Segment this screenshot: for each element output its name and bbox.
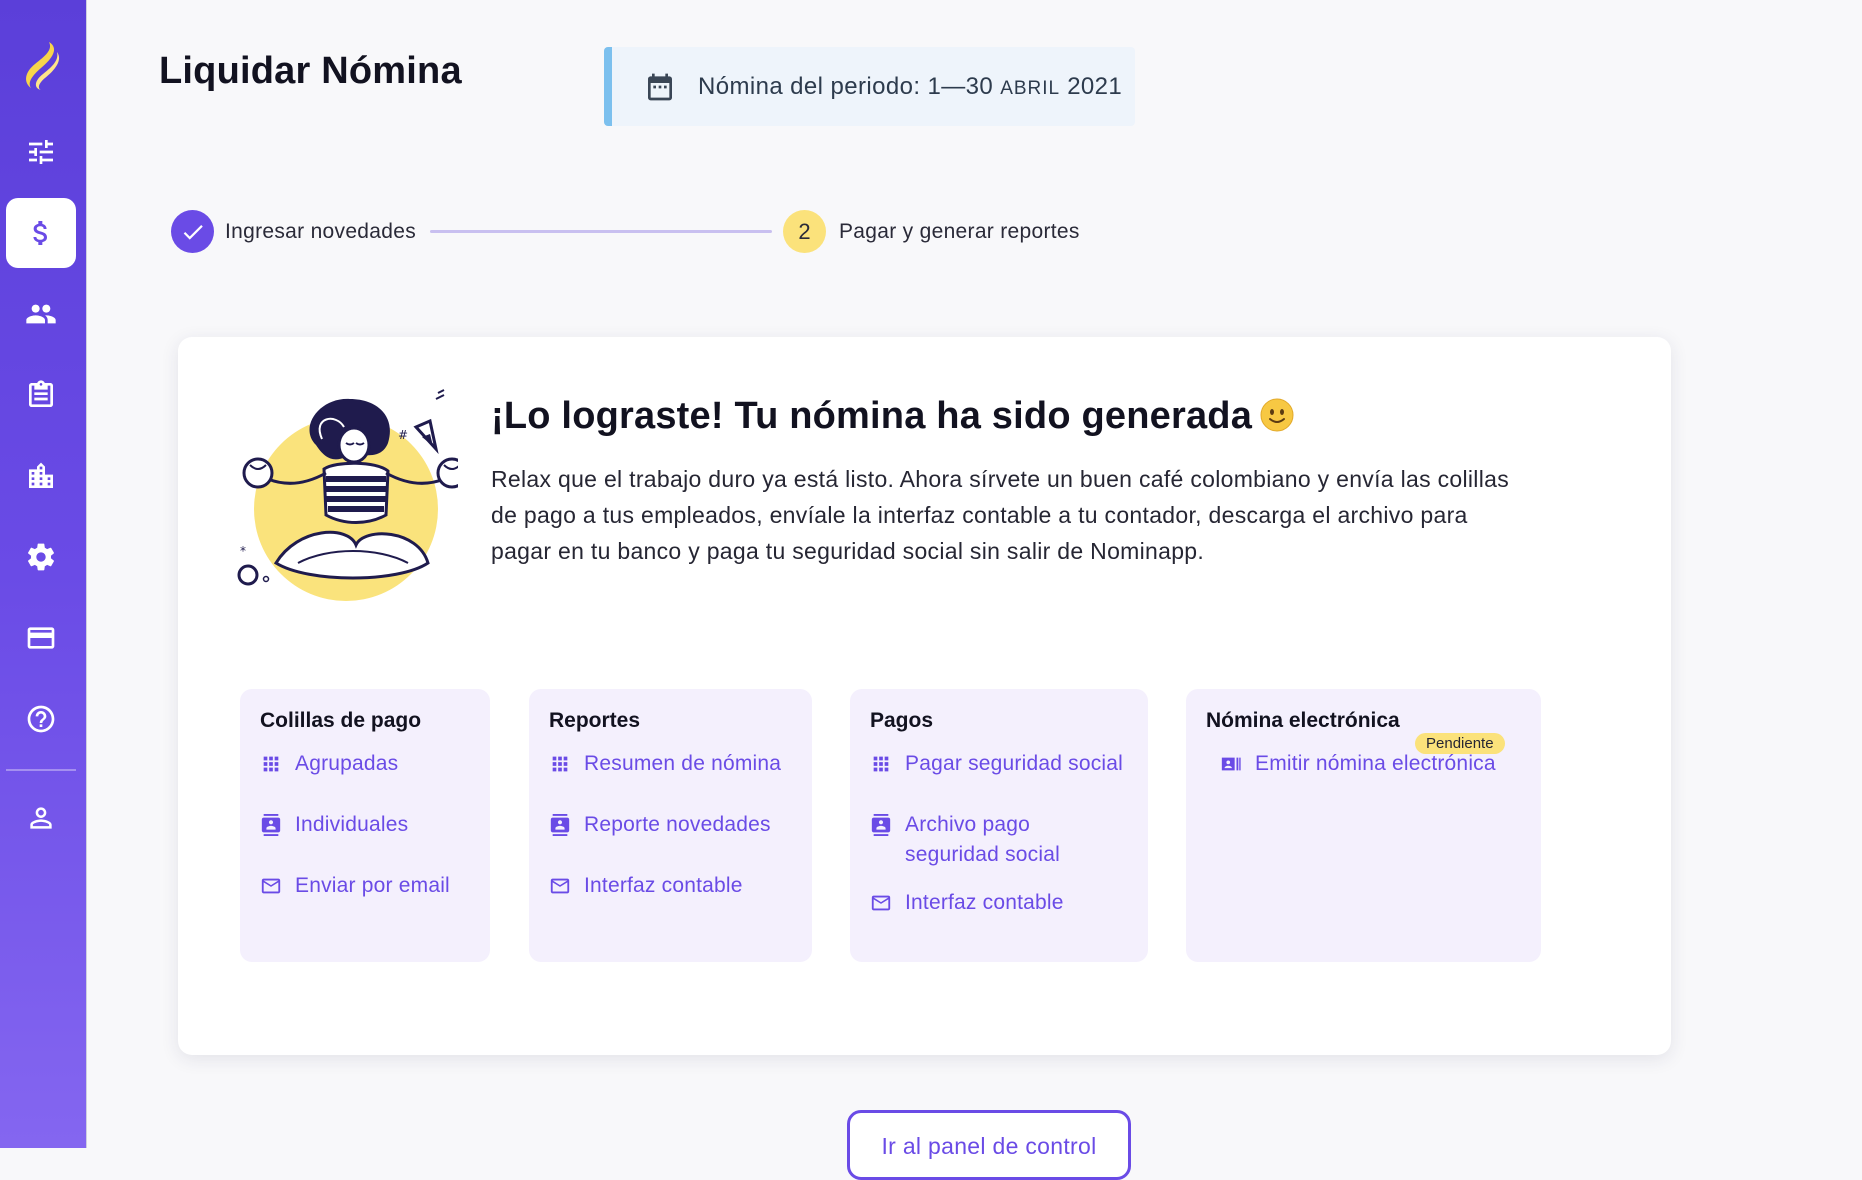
period-banner: Nómina del periodo: 1—30 ABRIL 2021	[604, 47, 1135, 126]
period-month: ABRIL	[1000, 77, 1061, 99]
page-title: Liquidar Nómina	[159, 50, 462, 92]
accounting-interface-label: Interfaz contable	[584, 874, 743, 897]
electronic-payroll-card-title: Nómina electrónica	[1206, 709, 1400, 732]
sliders-icon	[29, 140, 53, 164]
payslips-grouped-link[interactable]: Agrupadas	[260, 749, 470, 779]
pay-social-security-link[interactable]: Pagar seguridad social	[870, 749, 1128, 779]
reports-card-title: Reportes	[549, 709, 641, 732]
sidebar	[0, 0, 87, 1148]
mail-icon	[871, 895, 891, 911]
payslips-email-link[interactable]: Enviar por email	[260, 871, 470, 901]
help-icon	[27, 705, 55, 733]
id-card-icon	[1221, 757, 1241, 771]
user-icon	[30, 807, 52, 829]
people-icon	[26, 304, 56, 324]
sidebar-item-billing[interactable]	[6, 603, 76, 673]
payslips-grouped-label: Agrupadas	[295, 752, 399, 775]
step-2-label: Pagar y generar reportes	[839, 220, 1080, 243]
brand-logo-icon[interactable]	[19, 38, 65, 92]
period-text: Nómina del periodo: 1—30 ABRIL 2021	[698, 73, 1122, 101]
social-security-file-link[interactable]: Archivo pago seguridad social	[870, 810, 1128, 870]
stepper-connector	[430, 230, 772, 233]
pending-status-badge: Pendiente	[1415, 733, 1505, 754]
novelties-report-label: Reporte novedades	[584, 813, 771, 836]
meditating-person-illustration: # *	[228, 387, 468, 607]
period-year: 2021	[1067, 72, 1123, 100]
grid-icon	[873, 756, 889, 772]
go-to-dashboard-button[interactable]: Ir al panel de control	[847, 1110, 1131, 1180]
contact-card-icon	[871, 814, 891, 836]
payslips-email-label: Enviar por email	[295, 874, 450, 897]
sidebar-item-reports[interactable]	[6, 360, 76, 430]
accounting-interface-link[interactable]: Interfaz contable	[549, 871, 792, 901]
novelties-report-link[interactable]: Reporte novedades	[549, 810, 792, 840]
success-title: ¡Lo lograste! Tu nómina ha sido generada	[491, 395, 1294, 438]
step-1-label: Ingresar novedades	[225, 220, 417, 243]
period-prefix: Nómina del periodo: 1—30	[698, 72, 994, 100]
payslips-individual-label: Individuales	[295, 813, 409, 836]
payments-accounting-interface-link[interactable]: Interfaz contable	[870, 888, 1128, 918]
contact-card-icon	[261, 814, 281, 836]
smiley-emoji-icon	[1260, 398, 1294, 432]
sidebar-item-account[interactable]	[6, 783, 76, 853]
electronic-payroll-card: Nómina electrónica Pendiente Emitir nómi…	[1186, 689, 1541, 962]
clipboard-icon	[29, 380, 53, 407]
payslips-card-title: Colillas de pago	[260, 709, 422, 732]
payslips-card: Colillas de pago Agrupadas Individuales …	[240, 689, 490, 962]
mail-icon	[550, 878, 570, 894]
check-icon	[183, 224, 203, 240]
payments-card-title: Pagos	[870, 709, 934, 732]
svg-text:#: #	[398, 428, 408, 442]
payslips-individual-link[interactable]: Individuales	[260, 810, 470, 840]
credit-card-icon	[27, 627, 55, 649]
step-2-indicator: 2	[783, 210, 826, 253]
success-title-text: ¡Lo lograste! Tu nómina ha sido generada	[491, 395, 1253, 437]
grid-icon	[263, 756, 279, 772]
payments-card: Pagos Pagar seguridad social Archivo pag…	[850, 689, 1148, 962]
mail-icon	[261, 878, 281, 894]
sidebar-item-people[interactable]	[6, 279, 76, 349]
svg-text:*: *	[240, 544, 246, 558]
gear-icon	[28, 543, 54, 571]
contact-card-icon	[550, 814, 570, 836]
grid-icon	[552, 756, 568, 772]
success-card: # * ¡Lo lograste! Tu nómina ha sido gene…	[178, 337, 1671, 1055]
payroll-summary-link[interactable]: Resumen de nómina	[549, 749, 792, 779]
payments-accounting-interface-label: Interfaz contable	[905, 891, 1064, 914]
sidebar-item-settings-sliders[interactable]	[6, 117, 76, 187]
success-description: Relax que el trabajo duro ya está listo.…	[491, 466, 1509, 564]
sidebar-item-help[interactable]	[6, 684, 76, 754]
pay-social-security-label: Pagar seguridad social	[905, 752, 1124, 775]
calendar-icon	[648, 73, 672, 100]
payroll-summary-label: Resumen de nómina	[584, 752, 782, 775]
social-security-file-label: Archivo pago seguridad social	[905, 813, 1060, 866]
reports-card: Reportes Resumen de nómina Reporte noved…	[529, 689, 812, 962]
building-icon	[29, 462, 53, 488]
dollar-icon	[33, 221, 47, 245]
sidebar-item-company[interactable]	[6, 441, 76, 511]
step-1-complete-indicator	[171, 210, 214, 253]
sidebar-item-settings[interactable]	[6, 522, 76, 592]
sidebar-divider	[6, 769, 76, 771]
sidebar-item-payroll[interactable]	[6, 198, 76, 268]
